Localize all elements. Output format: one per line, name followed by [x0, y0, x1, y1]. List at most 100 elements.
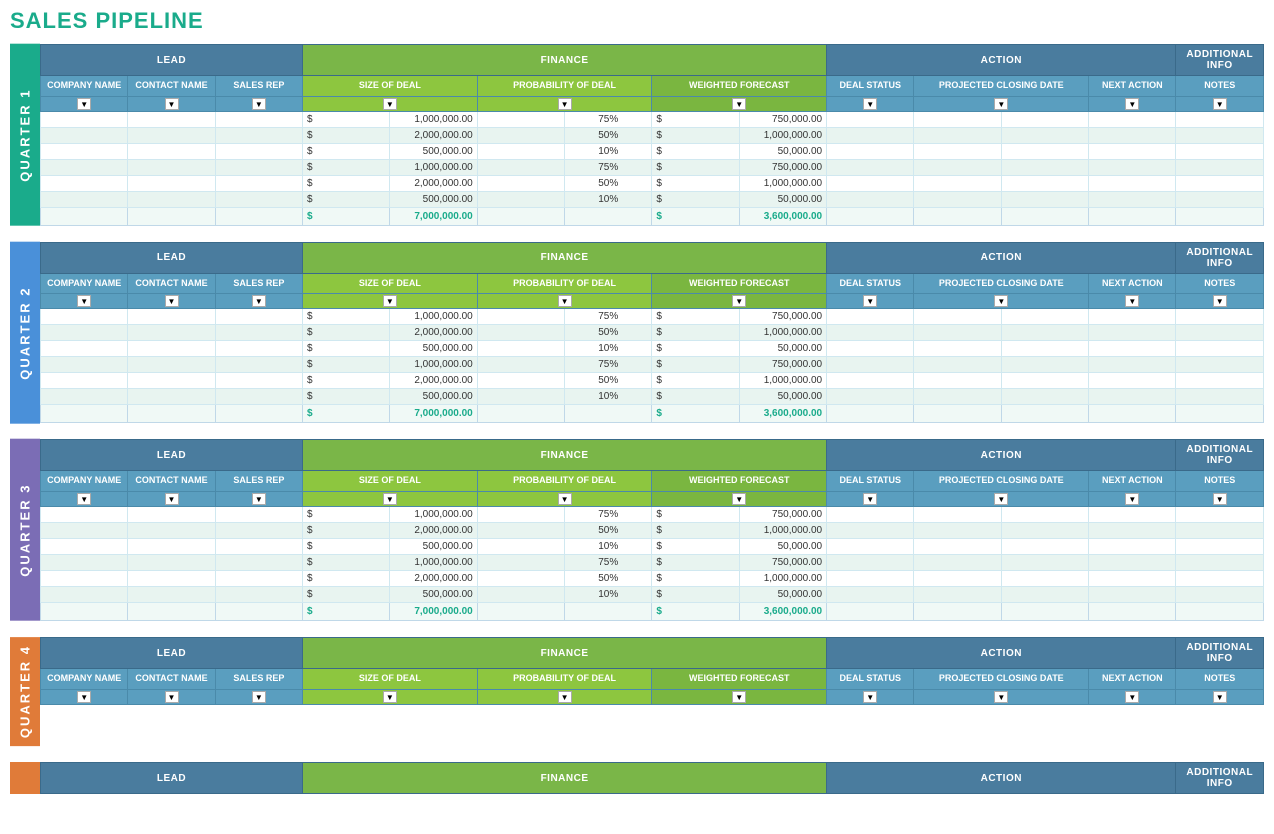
dropdown-cell-7[interactable]: ▼ — [914, 492, 1089, 507]
dropdown-arrow-icon[interactable]: ▼ — [1125, 493, 1139, 505]
contact-cell[interactable] — [128, 571, 215, 587]
dropdown-cell-9[interactable]: ▼ — [1176, 96, 1264, 111]
dropdown-arrow-icon[interactable]: ▼ — [558, 691, 572, 703]
next-action-cell[interactable] — [1089, 143, 1176, 159]
salesrep-cell[interactable] — [215, 111, 302, 127]
dropdown-arrow-icon[interactable]: ▼ — [558, 98, 572, 110]
dropdown-cell-6[interactable]: ▼ — [827, 492, 914, 507]
proj-date-1-cell[interactable] — [914, 357, 1001, 373]
dropdown-arrow-icon[interactable]: ▼ — [165, 98, 179, 110]
deal-status-cell[interactable] — [827, 373, 914, 389]
dropdown-arrow-icon[interactable]: ▼ — [77, 98, 91, 110]
deal-value[interactable]: 2,000,000.00 — [390, 571, 477, 587]
company-cell[interactable] — [41, 523, 128, 539]
notes-cell[interactable] — [1176, 539, 1264, 555]
probability-value[interactable]: 75% — [565, 159, 652, 175]
salesrep-cell[interactable] — [215, 143, 302, 159]
dropdown-arrow-icon[interactable]: ▼ — [732, 98, 746, 110]
dropdown-cell-0[interactable]: ▼ — [41, 492, 128, 507]
weighted-value[interactable]: 1,000,000.00 — [739, 175, 826, 191]
weighted-value[interactable]: 1,000,000.00 — [739, 571, 826, 587]
notes-cell[interactable] — [1176, 507, 1264, 523]
dropdown-cell-9[interactable]: ▼ — [1176, 689, 1264, 704]
deal-value[interactable]: 1,000,000.00 — [390, 555, 477, 571]
dropdown-cell-1[interactable]: ▼ — [128, 689, 215, 704]
dropdown-cell-9[interactable]: ▼ — [1176, 492, 1264, 507]
deal-value[interactable]: 1,000,000.00 — [390, 111, 477, 127]
salesrep-cell[interactable] — [215, 373, 302, 389]
company-cell[interactable] — [41, 357, 128, 373]
proj-date-2-cell[interactable] — [1001, 159, 1088, 175]
salesrep-cell[interactable] — [215, 389, 302, 405]
proj-date-2-cell[interactable] — [1001, 191, 1088, 207]
deal-status-cell[interactable] — [827, 571, 914, 587]
deal-status-cell[interactable] — [827, 539, 914, 555]
contact-cell[interactable] — [128, 507, 215, 523]
salesrep-cell[interactable] — [215, 325, 302, 341]
dropdown-arrow-icon[interactable]: ▼ — [863, 98, 877, 110]
contact-cell[interactable] — [128, 127, 215, 143]
next-action-cell[interactable] — [1089, 523, 1176, 539]
notes-cell[interactable] — [1176, 523, 1264, 539]
proj-date-2-cell[interactable] — [1001, 539, 1088, 555]
weighted-value[interactable]: 750,000.00 — [739, 159, 826, 175]
dropdown-cell-4[interactable]: ▼ — [477, 689, 652, 704]
salesrep-cell[interactable] — [215, 159, 302, 175]
next-action-cell[interactable] — [1089, 539, 1176, 555]
weighted-value[interactable]: 1,000,000.00 — [739, 373, 826, 389]
dropdown-cell-5[interactable]: ▼ — [652, 96, 827, 111]
dropdown-arrow-icon[interactable]: ▼ — [1213, 691, 1227, 703]
dropdown-arrow-icon[interactable]: ▼ — [383, 295, 397, 307]
deal-status-cell[interactable] — [827, 507, 914, 523]
dropdown-cell-2[interactable]: ▼ — [215, 492, 302, 507]
dropdown-cell-4[interactable]: ▼ — [477, 492, 652, 507]
proj-date-1-cell[interactable] — [914, 127, 1001, 143]
proj-date-2-cell[interactable] — [1001, 111, 1088, 127]
notes-cell[interactable] — [1176, 309, 1264, 325]
salesrep-cell[interactable] — [215, 127, 302, 143]
salesrep-cell[interactable] — [215, 357, 302, 373]
deal-value[interactable]: 500,000.00 — [390, 587, 477, 603]
deal-value[interactable]: 2,000,000.00 — [390, 325, 477, 341]
salesrep-cell[interactable] — [215, 175, 302, 191]
dropdown-cell-5[interactable]: ▼ — [652, 492, 827, 507]
dropdown-cell-9[interactable]: ▼ — [1176, 294, 1264, 309]
deal-value[interactable]: 1,000,000.00 — [390, 309, 477, 325]
proj-date-1-cell[interactable] — [914, 523, 1001, 539]
dropdown-arrow-icon[interactable]: ▼ — [863, 493, 877, 505]
notes-cell[interactable] — [1176, 373, 1264, 389]
dropdown-arrow-icon[interactable]: ▼ — [994, 691, 1008, 703]
proj-date-1-cell[interactable] — [914, 587, 1001, 603]
proj-date-2-cell[interactable] — [1001, 175, 1088, 191]
dropdown-arrow-icon[interactable]: ▼ — [165, 295, 179, 307]
dropdown-cell-0[interactable]: ▼ — [41, 294, 128, 309]
proj-date-2-cell[interactable] — [1001, 341, 1088, 357]
dropdown-arrow-icon[interactable]: ▼ — [1213, 98, 1227, 110]
contact-cell[interactable] — [128, 539, 215, 555]
probability-value[interactable]: 10% — [565, 539, 652, 555]
next-action-cell[interactable] — [1089, 373, 1176, 389]
company-cell[interactable] — [41, 111, 128, 127]
dropdown-arrow-icon[interactable]: ▼ — [732, 493, 746, 505]
proj-date-2-cell[interactable] — [1001, 309, 1088, 325]
dropdown-cell-6[interactable]: ▼ — [827, 96, 914, 111]
deal-value[interactable]: 500,000.00 — [390, 143, 477, 159]
notes-cell[interactable] — [1176, 191, 1264, 207]
dropdown-arrow-icon[interactable]: ▼ — [252, 493, 266, 505]
contact-cell[interactable] — [128, 341, 215, 357]
weighted-value[interactable]: 50,000.00 — [739, 389, 826, 405]
contact-cell[interactable] — [128, 143, 215, 159]
proj-date-1-cell[interactable] — [914, 325, 1001, 341]
company-cell[interactable] — [41, 555, 128, 571]
deal-status-cell[interactable] — [827, 357, 914, 373]
dropdown-arrow-icon[interactable]: ▼ — [732, 295, 746, 307]
proj-date-2-cell[interactable] — [1001, 587, 1088, 603]
dropdown-cell-8[interactable]: ▼ — [1089, 689, 1176, 704]
company-cell[interactable] — [41, 143, 128, 159]
contact-cell[interactable] — [128, 159, 215, 175]
probability-value[interactable]: 10% — [565, 143, 652, 159]
dropdown-cell-7[interactable]: ▼ — [914, 689, 1089, 704]
deal-status-cell[interactable] — [827, 111, 914, 127]
proj-date-2-cell[interactable] — [1001, 571, 1088, 587]
salesrep-cell[interactable] — [215, 309, 302, 325]
